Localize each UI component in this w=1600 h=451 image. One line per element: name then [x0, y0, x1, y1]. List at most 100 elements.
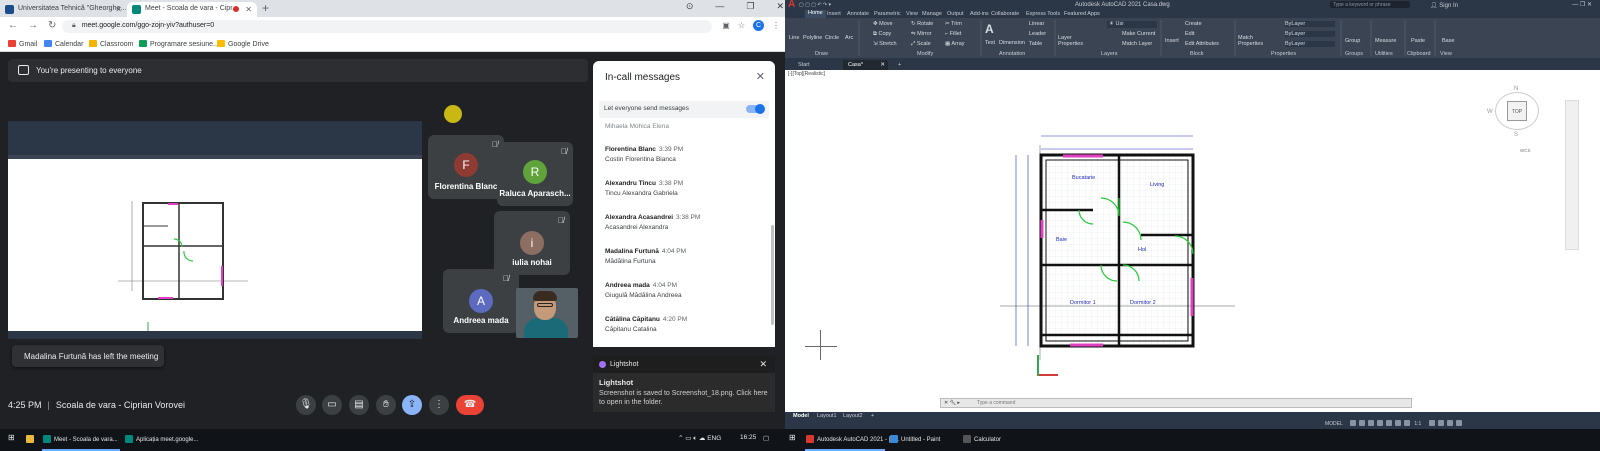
autocad-logo-icon[interactable]: A	[788, 0, 797, 10]
menu-dots-icon[interactable]: ⋮	[772, 21, 780, 30]
leave-call-button[interactable]: ☎︎	[456, 395, 484, 415]
leader-tool[interactable]: Leader	[1029, 31, 1046, 37]
bookmark-programare[interactable]: Programare sesiune...	[139, 40, 219, 48]
group-clipboard[interactable]: Clipboard	[1407, 51, 1431, 57]
edit-attributes-tool[interactable]: Edit Attributes	[1185, 41, 1219, 47]
copy-tool[interactable]: ⧉ Copy	[873, 31, 891, 38]
new-file-tab-icon[interactable]: +	[893, 60, 906, 70]
taskbar-autocad[interactable]: Autodesk AutoCAD 2021 - [C...	[806, 435, 900, 443]
command-line-input[interactable]: ✕ 🔧︎ ▸ Type a command	[940, 398, 1412, 408]
keyword-search-input[interactable]: Type a keyword or phrase	[1330, 1, 1410, 8]
lineweight-dropdown[interactable]: ByLayer	[1285, 41, 1335, 47]
layout-tab-2[interactable]: Layout2	[843, 413, 863, 419]
arc-tool[interactable]: Arc	[845, 35, 853, 41]
star-icon[interactable]: ☆	[738, 21, 745, 30]
file-tab-casa[interactable]: Casa* ✕	[843, 60, 888, 70]
ribbon-tab-addins[interactable]: Add-ins	[970, 11, 989, 17]
stretch-tool[interactable]: ⇲ Stretch	[873, 41, 897, 47]
file-tab-start[interactable]: Start	[793, 60, 815, 70]
sign-in-button[interactable]: 👤︎ Sign In	[1430, 2, 1458, 9]
start-icon-secondary[interactable]: ⊞	[789, 433, 796, 442]
taskbar-meet-app[interactable]: Aplicația meet.google...	[125, 435, 198, 443]
camera-button[interactable]: ▭	[322, 395, 342, 415]
reload-icon[interactable]: ↻	[48, 20, 56, 31]
model-space-toggle[interactable]: MODEL	[1325, 421, 1343, 427]
url-input[interactable]: 🔒︎ meet.google.com/ggo-zojn-yiv?authuser…	[62, 20, 712, 33]
ribbon-tab-view[interactable]: View	[906, 11, 918, 17]
taskbar-meet[interactable]: Meet - Scoala de vara...	[43, 435, 118, 443]
close-icon[interactable]: ✕	[115, 5, 122, 14]
group-groups[interactable]: Groups	[1345, 51, 1363, 57]
close-icon[interactable]: ✕	[759, 359, 767, 370]
group-modify[interactable]: Modify	[917, 51, 933, 57]
group-layers[interactable]: Layers	[1101, 51, 1118, 57]
group-view[interactable]: View	[1440, 51, 1452, 57]
participant-tile[interactable]: 🎙̸ F Florentina Blanc	[428, 135, 504, 199]
tab-meet[interactable]: Meet - Scoala de vara - Cipr... ✕	[127, 2, 257, 17]
taskbar-calculator[interactable]: Calculator	[963, 435, 1001, 443]
chat-scrollbar[interactable]	[771, 225, 774, 325]
ribbon-tab-home[interactable]: Home	[805, 10, 826, 18]
close-window-icon[interactable]: ✕	[776, 1, 784, 12]
ribbon-tab-parametric[interactable]: Parametric	[874, 11, 901, 17]
base-tool[interactable]: Base	[1442, 38, 1455, 44]
camera-icon[interactable]: ▣	[722, 21, 730, 30]
taskbar-paint[interactable]: Untitled - Paint	[890, 435, 940, 443]
command-icons[interactable]: ✕ 🔧︎ ▸	[944, 400, 960, 406]
drawing-canvas[interactable]: [-][Top][Realistic] Bucatarie Living Bai…	[785, 70, 1600, 412]
bookmark-drive[interactable]: Google Drive	[217, 40, 269, 48]
participant-tile[interactable]: 🎙̸ A Andreea mada	[443, 269, 519, 333]
system-tray[interactable]: ⌃ ▭ 🔈︎ ☁︎ ENG	[678, 434, 721, 443]
measure-tool[interactable]: Measure	[1375, 38, 1396, 44]
close-icon[interactable]: ✕	[245, 5, 252, 14]
navigation-bar[interactable]	[1565, 100, 1579, 250]
ribbon-tab-annotate[interactable]: Annotate	[847, 11, 869, 17]
create-block-tool[interactable]: Create	[1185, 21, 1202, 27]
rotate-tool[interactable]: ↻ Rotate	[911, 21, 933, 27]
ribbon-tab-output[interactable]: Output	[947, 11, 964, 17]
match-properties-tool[interactable]: Match Properties	[1238, 35, 1263, 47]
line-tool[interactable]: Line	[789, 35, 799, 41]
present-button[interactable]: ⇪	[402, 395, 422, 415]
send-messages-toggle[interactable]	[746, 104, 765, 114]
text-tool[interactable]: Text	[985, 40, 995, 46]
ribbon-tab-insert[interactable]: Insert	[827, 11, 841, 17]
file-explorer-icon[interactable]	[26, 435, 37, 443]
group-block[interactable]: Block	[1190, 51, 1203, 57]
color-dropdown[interactable]: ByLayer	[1285, 21, 1335, 27]
linetype-dropdown[interactable]: ByLayer	[1285, 31, 1335, 37]
tab-university[interactable]: Universitatea Tehnică "Gheorghe... ✕	[0, 2, 127, 17]
clock[interactable]: 16:25	[740, 434, 756, 441]
wcs-menu[interactable]: WCS	[1520, 148, 1531, 153]
move-tool[interactable]: ✥ Move	[873, 21, 893, 27]
circle-tool[interactable]: Circle	[825, 35, 839, 41]
scale-tool[interactable]: ⤢ Scale	[911, 41, 931, 48]
layout-tab-model[interactable]: Model	[793, 413, 809, 419]
group-tool[interactable]: Group	[1345, 38, 1360, 44]
ribbon-tab-manage[interactable]: Manage	[922, 11, 942, 17]
viewcube[interactable]: TOP	[1507, 101, 1527, 121]
fillet-tool[interactable]: ⌐ Fillet	[945, 31, 961, 37]
meeting-title[interactable]: Scoala de vara - Ciprian Vorovei	[56, 400, 185, 410]
polyline-tool[interactable]: Polyline	[803, 35, 822, 41]
paste-tool[interactable]: Paste	[1411, 38, 1425, 44]
media-icon[interactable]: ⊙	[686, 1, 694, 12]
microphone-button[interactable]: 🎙︎	[296, 395, 316, 415]
bookmark-classroom[interactable]: Classroom	[89, 40, 133, 48]
window-controls[interactable]: — ❐ ✕	[1572, 1, 1592, 8]
minimize-icon[interactable]: —	[715, 1, 724, 12]
captions-button[interactable]: ▤	[349, 395, 369, 415]
bookmark-calendar[interactable]: Calendar	[44, 40, 83, 48]
group-utilities[interactable]: Utilities	[1375, 51, 1393, 57]
dimension-tool[interactable]: Dimension	[999, 40, 1025, 46]
ribbon-tab-collaborate[interactable]: Collaborate	[991, 11, 1019, 17]
group-annotation[interactable]: Annotation	[999, 51, 1025, 57]
trim-tool[interactable]: ✂ Trim	[945, 21, 962, 27]
more-options-button[interactable]: ⋮	[429, 395, 449, 415]
array-tool[interactable]: ▦ Array	[945, 41, 965, 47]
ribbon-tab-featured-apps[interactable]: Featured Apps	[1064, 11, 1100, 17]
avatar[interactable]: C	[753, 20, 764, 31]
table-tool[interactable]: Table	[1029, 41, 1042, 47]
match-layer-tool[interactable]: Match Layer	[1122, 41, 1152, 47]
forward-icon[interactable]: →	[28, 20, 38, 31]
